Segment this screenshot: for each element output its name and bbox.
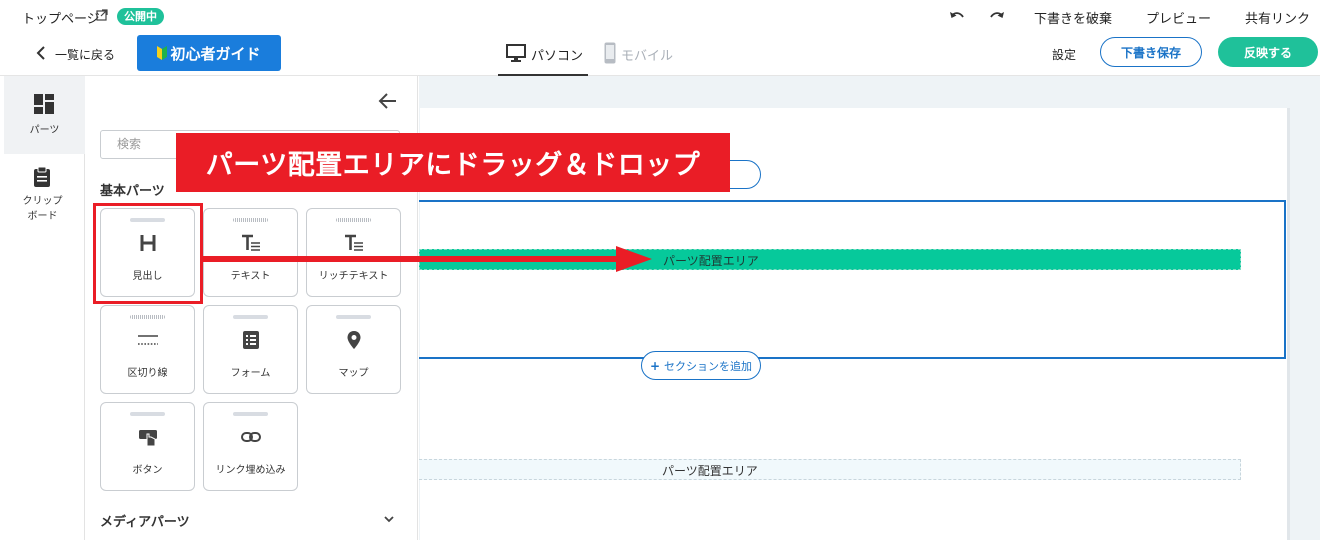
part-tile-label: リンク埋め込み <box>215 465 286 476</box>
part-tile-label: ボタン <box>132 465 163 476</box>
beginner-mark-icon <box>157 46 168 60</box>
part-tile-link-embed[interactable]: リンク埋め込み <box>203 402 298 491</box>
drag-grip <box>130 315 165 319</box>
part-tile-label: フォーム <box>230 368 271 379</box>
drag-grip <box>336 218 371 222</box>
grid-icon <box>34 94 54 114</box>
desktop-icon <box>506 44 526 62</box>
tab-mobile[interactable]: モバイル <box>600 32 680 76</box>
selected-section[interactable] <box>419 200 1286 359</box>
arrow-left-icon[interactable] <box>378 92 398 110</box>
publish-button[interactable]: 反映する <box>1218 37 1318 67</box>
save-draft-button[interactable]: 下書き保存 <box>1100 37 1202 67</box>
drop-area-label: パーツ配置エリア <box>662 464 758 478</box>
rail-item-parts-label: パーツ <box>29 125 60 136</box>
part-tile-label: 区切り線 <box>127 368 168 379</box>
parts-drop-area[interactable]: パーツ配置エリア <box>419 459 1241 480</box>
left-rail: パーツ クリップ ボード <box>0 76 85 540</box>
divider-icon <box>138 335 158 345</box>
external-link-icon[interactable] <box>96 9 108 21</box>
top-bar: トップページ 公開中 下書きを破棄 プレビュー 共有リンク <box>0 0 1320 32</box>
part-tile-divider[interactable]: 区切り線 <box>100 305 195 394</box>
settings-button[interactable]: 設定 <box>1052 46 1076 63</box>
preview-button[interactable]: プレビュー <box>1146 8 1211 27</box>
part-tile-map[interactable]: マップ <box>306 305 401 394</box>
status-badge: 公開中 <box>117 8 164 25</box>
media-parts-heading[interactable]: メディアパーツ <box>100 511 190 530</box>
add-section-label: セクションを追加 <box>664 359 753 373</box>
highlight-box <box>93 203 203 304</box>
drag-grip <box>336 315 371 319</box>
discard-draft-button[interactable]: 下書きを破棄 <box>1034 8 1112 27</box>
share-link-button[interactable]: 共有リンク <box>1245 8 1310 27</box>
tab-mobile-label: モバイル <box>621 49 674 64</box>
page-name-link[interactable]: トップページ <box>22 8 100 27</box>
redo-icon[interactable] <box>988 8 1006 24</box>
plus-icon: + <box>649 358 661 373</box>
page-edge <box>1287 108 1290 540</box>
part-tile-button[interactable]: ボタン <box>100 402 195 491</box>
rail-item-parts[interactable]: パーツ <box>4 76 85 154</box>
annotation-callout: パーツ配置エリアにドラッグ＆ドロップ <box>176 133 730 192</box>
clipboard-icon[interactable] <box>33 166 51 188</box>
link-icon <box>241 432 261 442</box>
map-pin-icon <box>347 331 361 349</box>
drag-grip <box>130 412 165 416</box>
add-section-button[interactable]: + セクションを追加 <box>641 351 761 380</box>
tab-desktop-label: パソコン <box>531 49 584 64</box>
beginner-guide-label: 初心者ガイド <box>170 44 261 63</box>
tab-desktop[interactable]: パソコン <box>498 32 588 76</box>
beginner-guide-button[interactable]: 初心者ガイド <box>137 35 281 71</box>
drag-grip <box>233 315 268 319</box>
undo-icon[interactable] <box>948 8 966 24</box>
drag-grip <box>233 412 268 416</box>
chevron-left-icon[interactable] <box>36 46 46 60</box>
drag-arrow-icon <box>200 246 652 272</box>
back-to-list-button[interactable]: 一覧に戻る <box>55 46 115 63</box>
button-pointer-icon <box>139 430 157 447</box>
chevron-down-icon[interactable] <box>383 514 395 524</box>
rail-item-clipboard-label-2[interactable]: ボード <box>0 207 85 222</box>
mobile-icon <box>604 42 616 64</box>
basic-parts-heading: 基本パーツ <box>100 184 165 199</box>
drop-area-label: パーツ配置エリア <box>663 254 759 268</box>
editor-toolbar: 一覧に戻る 初心者ガイド パソコン モバイル 設定 下書き保存 反映する <box>0 32 1320 76</box>
drag-grip <box>233 218 268 222</box>
form-icon <box>243 331 259 349</box>
part-tile-label: マップ <box>338 368 369 379</box>
rail-item-clipboard-label[interactable]: クリップ <box>0 192 85 207</box>
part-tile-form[interactable]: フォーム <box>203 305 298 394</box>
